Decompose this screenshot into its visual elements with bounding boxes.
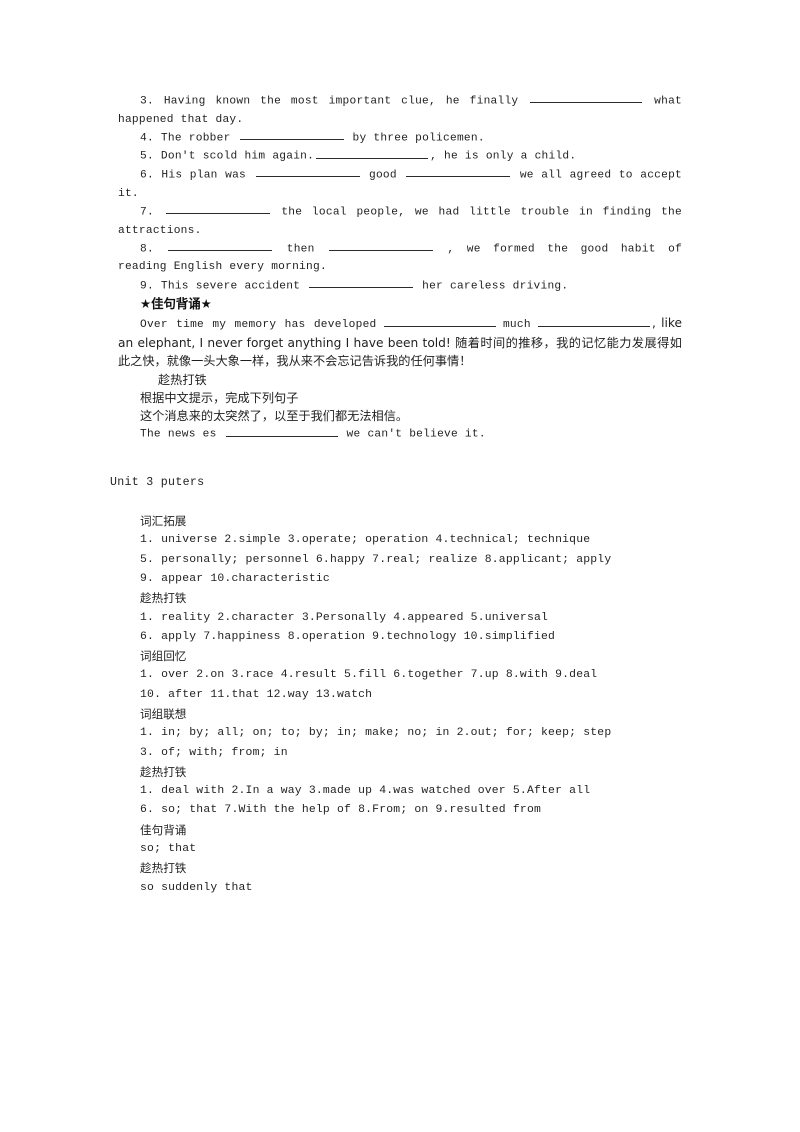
answer-section: 词组联想 1. in; by; all; on; to; by; in; mak… [140, 705, 682, 763]
answer-line: 1. reality 2.character 3.Personally 4.ap… [140, 611, 549, 624]
answer-section-heading: 词组联想 [140, 706, 187, 721]
answer-section-heading: 词组回忆 [140, 649, 187, 664]
practice-instruction: 根据中文提示，完成下列句子 [140, 390, 299, 405]
answer-pre: The news es [140, 428, 217, 441]
answer-line: 6. so; that 7.With the help of 8.From; o… [140, 804, 542, 817]
answer-line: 1. universe 2.simple 3.operate; operatio… [140, 534, 591, 547]
exercise-item-8: 8. then , we formed the good habit of re… [118, 240, 682, 277]
answer-section-heading: 佳句背诵 [140, 822, 187, 837]
fill-in-blank[interactable] [225, 425, 338, 437]
item-number: 9. [140, 280, 154, 293]
document-content: 3. Having known the most important clue,… [110, 92, 682, 898]
item-text-pre: Having known the most important clue, he… [163, 95, 519, 108]
sentence-part-2: much [502, 318, 531, 331]
answer-line: 1. over 2.on 3.race 4.result 5.fill 6.to… [140, 669, 598, 682]
chinese-prompt: 这个消息来的太突然了，以至于我们都无法相信。 [140, 409, 409, 424]
answer-section: 趁热打铁 1. deal with 2.In a way 3.made up 4… [140, 763, 682, 821]
exercise-item-7: 7. the local people, we had little troub… [118, 203, 682, 240]
exercise-list: 3. Having known the most important clue,… [118, 92, 682, 295]
good-sentence-body: Over time my memory has developed much ,… [118, 314, 682, 371]
exercise-item-6: 6. His plan was good we all agreed to ac… [118, 166, 682, 203]
fill-in-blank[interactable] [538, 314, 651, 327]
answer-section-heading: 词汇拓展 [140, 514, 187, 529]
exercise-item-5: 5. Don't scold him again. , he is only a … [118, 147, 682, 166]
answer-section-heading: 趁热打铁 [140, 764, 187, 779]
item-number: 7. [140, 206, 154, 219]
fill-in-blank[interactable] [406, 166, 511, 178]
item-text-pre: The robber [160, 132, 231, 145]
fill-in-blank[interactable] [329, 240, 434, 252]
item-text-post: , he is only a child. [430, 150, 577, 163]
item-number: 3. [140, 95, 154, 108]
answer-line: 3. of; with; from; in [140, 746, 288, 759]
answer-post: we can't believe it. [346, 428, 486, 441]
good-sentence-section: ★佳句背诵★ Over time my memory has developed… [118, 295, 682, 444]
item-text-mid: good [368, 169, 397, 182]
item-number: 5. [140, 150, 154, 163]
answer-line: so; that [140, 843, 197, 856]
item-text-pre: Don't scold him again. [160, 150, 315, 163]
answer-line: so suddenly that [140, 881, 253, 894]
sentence-part-1: Over time my memory has developed [140, 318, 377, 331]
exercise-item-4: 4. The robber by three policemen. [118, 129, 682, 148]
exercise-item-9: 9. This severe accident her careless dri… [118, 277, 682, 296]
practice-heading: 趁热打铁 [158, 372, 207, 387]
answer-section-heading: 趁热打铁 [140, 591, 187, 606]
answer-line: 9. appear 10.characteristic [140, 572, 330, 585]
document-page: 3. Having known the most important clue,… [0, 0, 800, 1132]
fill-in-blank[interactable] [168, 240, 273, 252]
fill-in-blank[interactable] [255, 166, 360, 178]
item-text-mid: then [286, 243, 315, 256]
fill-in-blank[interactable] [165, 203, 270, 215]
item-text-post: by three policemen. [352, 132, 485, 145]
answer-section: 趁热打铁 1. reality 2.character 3.Personally… [140, 589, 682, 647]
answer-line: 1. deal with 2.In a way 3.made up 4.was … [140, 785, 591, 798]
fill-in-blank[interactable] [316, 147, 429, 159]
item-text-pre: This severe accident [160, 280, 301, 293]
answer-key: 词汇拓展 1. universe 2.simple 3.operate; ope… [118, 512, 682, 898]
exercise-item-3: 3. Having known the most important clue,… [118, 92, 682, 129]
item-number: 6. [140, 169, 154, 182]
item-text-pre: His plan was [161, 169, 247, 182]
good-sentence-heading: ★佳句背诵★ [140, 296, 212, 312]
fill-in-blank[interactable] [309, 277, 414, 289]
fill-in-blank[interactable] [239, 129, 344, 141]
answer-line: 6. apply 7.happiness 8.operation 9.techn… [140, 630, 556, 643]
answer-section: 佳句背诵 so; that [140, 821, 682, 860]
answer-line: 5. personally; personnel 6.happy 7.real;… [140, 553, 612, 566]
item-number: 4. [140, 132, 154, 145]
answer-line: 1. in; by; all; on; to; by; in; make; no… [140, 727, 612, 740]
practice-answer-line: The news es we can't believe it. [118, 425, 682, 444]
answer-section-heading: 趁热打铁 [140, 861, 187, 876]
fill-in-blank[interactable] [383, 314, 496, 327]
answer-section: 趁热打铁 so suddenly that [140, 859, 682, 898]
answer-section: 词组回忆 1. over 2.on 3.race 4.result 5.fill… [140, 647, 682, 705]
answer-section: 词汇拓展 1. universe 2.simple 3.operate; ope… [140, 512, 682, 589]
item-number: 8. [140, 243, 154, 256]
fill-in-blank[interactable] [530, 92, 643, 104]
answer-line: 10. after 11.that 12.way 13.watch [140, 688, 373, 701]
unit-title: Unit 3 puters [110, 476, 205, 490]
item-text-post: her careless driving. [422, 280, 569, 293]
